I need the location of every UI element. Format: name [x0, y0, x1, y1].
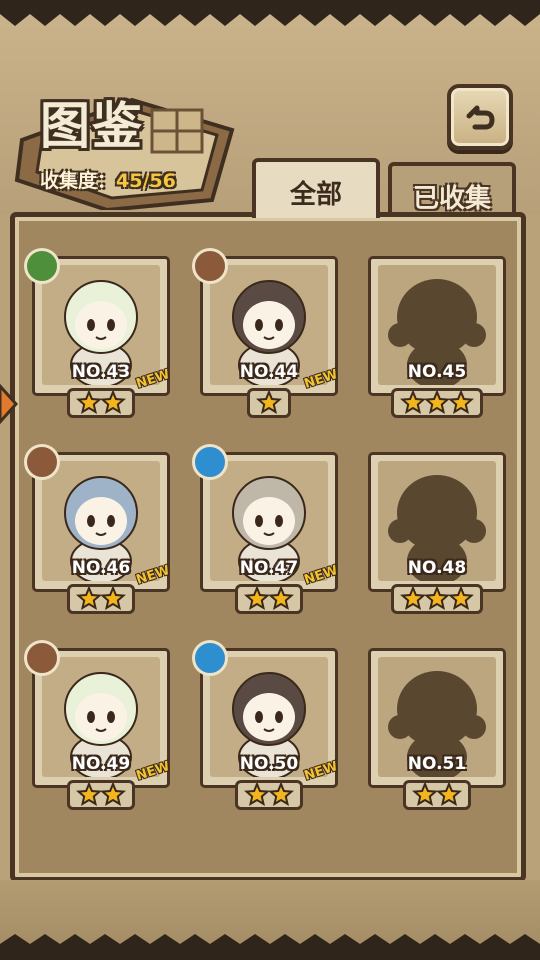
earth-element-icon [24, 640, 60, 676]
star-rating [235, 584, 303, 614]
collection-value: 45/56 [116, 170, 176, 192]
back-arrow-icon [466, 105, 495, 130]
earth-element-icon [24, 444, 60, 480]
star-icon [400, 391, 474, 414]
monster-card[interactable]: NO.50 NEW [192, 640, 340, 810]
star-rating [391, 388, 483, 418]
bottom-zigzag-border [0, 934, 540, 960]
water-element-icon [192, 444, 228, 480]
top-zigzag-border [0, 0, 540, 26]
tab-all-label: 全部 [289, 180, 342, 210]
card-number: NO.48 [407, 558, 467, 578]
monster-card[interactable]: NO.45 [368, 256, 506, 418]
star-icon [244, 587, 294, 610]
monster-card[interactable]: NO.47 NEW [192, 444, 340, 614]
star-rating [391, 584, 483, 614]
star-icon [400, 587, 474, 610]
tab-collected-label: 已收集 [412, 184, 491, 214]
page-title: 图鉴 [40, 97, 144, 155]
collection-progress: 收集度：45/56 [40, 166, 176, 193]
star-rating [403, 780, 471, 810]
star-icon [412, 783, 462, 806]
left-arrow-icon[interactable] [0, 384, 18, 424]
star-icon [76, 783, 126, 806]
earth-element-icon [192, 248, 228, 284]
water-element-icon [192, 640, 228, 676]
star-icon [244, 783, 294, 806]
card-number: NO.45 [407, 362, 467, 382]
star-rating [67, 780, 135, 810]
star-rating [235, 780, 303, 810]
monster-card[interactable]: NO.51 [368, 648, 506, 810]
star-icon [256, 391, 282, 414]
back-button[interactable] [447, 84, 513, 150]
star-icon [76, 391, 126, 414]
star-rating [67, 388, 135, 418]
collection-label: 收集度： [40, 170, 117, 192]
monster-card[interactable]: NO.49 NEW [24, 640, 172, 810]
card-number: NO.51 [407, 754, 467, 774]
monster-card[interactable]: NO.48 [368, 452, 506, 614]
tab-collected[interactable]: 已收集 [388, 162, 516, 214]
leaf-element-icon [24, 248, 60, 284]
tab-all[interactable]: 全部 [252, 158, 380, 218]
monster-card[interactable]: NO.44 NEW [192, 248, 340, 418]
monster-card[interactable]: NO.43 NEW [24, 248, 172, 418]
star-icon [76, 587, 126, 610]
star-rating [247, 388, 291, 418]
star-rating [67, 584, 135, 614]
card-grid: NO.43 NEW NO.44 NEW NO.45 NO.46 NEW NO.47 NE… [18, 222, 518, 872]
monster-card[interactable]: NO.46 NEW [24, 444, 172, 614]
